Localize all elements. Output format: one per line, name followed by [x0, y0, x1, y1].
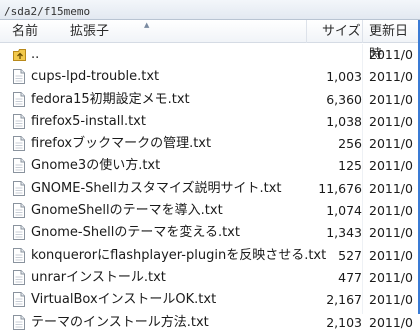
file-date: 2011/0 — [369, 47, 413, 62]
file-size: 1,038 — [326, 113, 362, 129]
file-date: 2011/0 — [369, 158, 413, 174]
file-size: 125 — [338, 158, 362, 174]
file-size: 527 — [338, 247, 362, 263]
file-name: firefoxブックマークの管理.txt — [31, 136, 212, 152]
column-header-date[interactable]: 更新日時 — [369, 20, 420, 62]
file-row[interactable]: GnomeShellのテーマを導入.txt 1,074 2011/0 — [0, 200, 420, 222]
file-row[interactable]: Gnome3の使い方.txt 125 2011/0 — [0, 155, 420, 177]
file-size: 6,360 — [326, 91, 362, 107]
file-date: 2011/0 — [369, 136, 413, 152]
file-name: firefox5-install.txt — [31, 113, 146, 129]
text-file-icon — [13, 180, 25, 196]
file-row[interactable]: GNOME-Shellカスタマイズ説明サイト.txt 11,676 2011/0 — [0, 178, 420, 200]
file-size: 477 — [338, 269, 362, 285]
text-file-icon — [13, 113, 25, 129]
sort-ascending-icon: ▲ — [144, 21, 150, 29]
file-date: 2011/0 — [369, 292, 413, 308]
file-date: 2011/0 — [369, 113, 413, 129]
column-header: 名前 拡張子 ▲ サイズ 更新日時 — [0, 20, 420, 62]
column-header-size[interactable]: サイズ — [322, 20, 361, 43]
file-name: unrarインストール.txt — [31, 269, 166, 285]
file-date: 2011/0 — [369, 203, 413, 219]
file-row[interactable]: konquerorにflashplayer-pluginを反映させる.txt 52… — [0, 245, 420, 267]
column-header-ext[interactable]: 拡張子 — [70, 20, 109, 43]
file-name: konquerorにflashplayer-pluginを反映させる.txt — [31, 247, 327, 263]
text-file-icon — [13, 158, 25, 174]
current-path: /sda2/f15memo — [4, 5, 91, 18]
file-row[interactable]: unrarインストール.txt 477 2011/0 — [0, 267, 420, 289]
text-file-icon — [13, 314, 25, 330]
file-row[interactable]: VirtualBoxインストールOK.txt 2,167 2011/0 — [0, 289, 420, 311]
text-file-icon — [13, 247, 25, 263]
file-date: 2011/0 — [369, 247, 413, 263]
file-row[interactable]: fedora15初期設定メモ.txt 6,360 2011/0 — [0, 89, 420, 111]
file-name: テーマのインストール方法.txt — [31, 314, 209, 330]
file-date: 2011/0 — [369, 269, 413, 285]
file-size: 1,003 — [326, 69, 362, 85]
column-separator[interactable] — [306, 20, 307, 43]
file-date: 2011/0 — [369, 180, 413, 196]
file-name: GnomeShellのテーマを導入.txt — [31, 203, 223, 219]
text-file-icon — [13, 292, 25, 308]
text-file-icon — [13, 269, 25, 285]
file-row[interactable]: テーマのインストール方法.txt 2,103 2011/0 — [0, 312, 420, 334]
file-row[interactable]: firefox5-install.txt 1,038 2011/0 — [0, 111, 420, 133]
up-folder-icon — [13, 47, 26, 62]
file-size: 256 — [338, 136, 362, 152]
file-size: 2,167 — [326, 292, 362, 308]
text-file-icon — [13, 69, 25, 85]
file-size: 1,343 — [326, 225, 362, 241]
column-separator[interactable] — [362, 20, 363, 43]
file-date: 2011/0 — [369, 225, 413, 241]
text-file-icon — [13, 203, 25, 219]
file-row[interactable]: .. 2011/0 — [0, 44, 420, 66]
file-row[interactable]: Gnome-Shellのテーマを変える.txt 1,343 2011/0 — [0, 222, 420, 244]
file-name: VirtualBoxインストールOK.txt — [31, 292, 217, 308]
path-bar: /sda2/f15memo — [0, 0, 420, 20]
file-name: Gnome-Shellのテーマを変える.txt — [31, 225, 240, 241]
file-name: GNOME-Shellカスタマイズ説明サイト.txt — [31, 180, 282, 196]
file-row[interactable]: firefoxブックマークの管理.txt 256 2011/0 — [0, 133, 420, 155]
file-list: .. 2011/0 cups-lpd-trouble.txt 1,003 2011/0 f… — [0, 44, 420, 334]
file-name: cups-lpd-trouble.txt — [31, 69, 160, 85]
text-file-icon — [13, 225, 25, 241]
file-name: .. — [31, 47, 40, 62]
file-size: 11,676 — [318, 180, 362, 196]
file-size: 1,074 — [326, 203, 362, 219]
column-header-name[interactable]: 名前 — [12, 20, 38, 43]
file-row[interactable]: cups-lpd-trouble.txt 1,003 2011/0 — [0, 66, 420, 88]
file-name: fedora15初期設定メモ.txt — [31, 91, 190, 107]
file-date: 2011/0 — [369, 69, 413, 85]
text-file-icon — [13, 136, 25, 152]
file-name: Gnome3の使い方.txt — [31, 158, 161, 174]
file-date: 2011/0 — [369, 91, 413, 107]
text-file-icon — [13, 91, 25, 107]
file-date: 2011/0 — [369, 314, 413, 330]
file-size: 2,103 — [326, 314, 362, 330]
